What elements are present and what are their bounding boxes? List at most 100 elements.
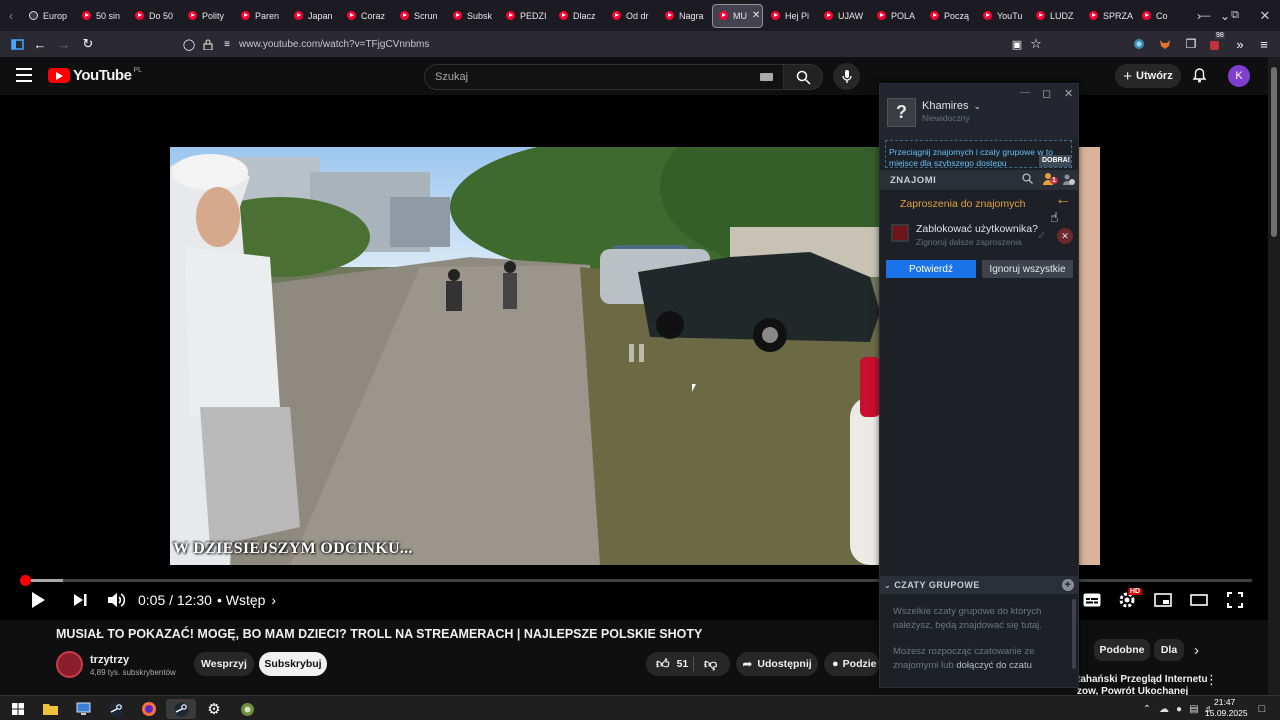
friend-invites-title[interactable]: Zaproszenia do znajomych (900, 198, 1025, 210)
share-more-button[interactable]: ● Podzie (824, 652, 880, 676)
browser-tab[interactable]: Scrun (394, 4, 445, 28)
address-bar[interactable]: www.youtube.com/watch?v=TFjgCVnnbms (239, 34, 999, 54)
browser-tab[interactable]: Począ (924, 4, 975, 28)
chapter-chevron-icon[interactable]: › (271, 592, 276, 608)
subscribe-button[interactable]: Subskrybuj (259, 652, 327, 676)
shield-icon[interactable]: ◯ (180, 35, 198, 53)
picture-in-picture-icon[interactable]: ▣ (1008, 35, 1026, 53)
steam-scrollbar[interactable] (1072, 599, 1076, 669)
add-group-chat-icon[interactable]: + (1062, 579, 1074, 591)
bookmark-star-icon[interactable]: ☆ (1027, 35, 1045, 53)
restore-window-icon[interactable]: ⧉ (1218, 0, 1252, 31)
subtitles-button[interactable] (1083, 588, 1101, 612)
browser-tab[interactable]: 50 sin (76, 4, 127, 28)
thumbs-up-icon[interactable]: 👍︎ (656, 656, 670, 672)
browser-tab[interactable]: Polity (182, 4, 233, 28)
thumbs-down-icon[interactable]: 👎︎ (704, 656, 717, 672)
invite-avatar[interactable] (891, 224, 909, 242)
friends-search-icon[interactable] (1022, 173, 1033, 187)
share-button[interactable]: ➦ Udostępnij (736, 652, 818, 676)
chip-for-you[interactable]: Dla (1154, 639, 1184, 661)
confirm-button[interactable]: Potwierdź (886, 260, 976, 278)
forward-arrow-icon[interactable]: → (55, 35, 73, 53)
next-video-button[interactable] (72, 588, 88, 612)
favorites-drop-zone[interactable]: Przeciągnij znajomych i czaty grupowe w … (885, 140, 1072, 168)
create-button[interactable]: + Utwórz (1115, 64, 1181, 88)
support-button[interactable]: Wesprzyj (194, 652, 254, 676)
close-window-icon[interactable]: ✕ (1248, 0, 1280, 31)
browser-tab[interactable]: Subsk (447, 4, 498, 28)
tabs-scroll-left-icon[interactable]: ‹ (0, 0, 22, 31)
browser-tab[interactable]: SPRZA (1083, 4, 1134, 28)
browser-tab[interactable]: PEDZI (500, 4, 551, 28)
app-globe-icon[interactable] (237, 699, 257, 719)
browser-tab[interactable]: POLA (871, 4, 922, 28)
browser-tab[interactable]: Dlacz (553, 4, 604, 28)
firefox-icon[interactable] (139, 699, 159, 719)
lock-icon[interactable] (199, 35, 217, 53)
extension-shield-icon[interactable] (1130, 35, 1148, 53)
youtube-logo[interactable]: YouTube PL (48, 67, 142, 84)
dismiss-hint-button[interactable]: DOBRA! (1039, 155, 1071, 167)
settings-button[interactable]: HD (1118, 588, 1143, 612)
back-arrow-icon[interactable]: ← (1055, 191, 1071, 209)
browser-tab[interactable]: Hej Pi (765, 4, 816, 28)
browser-tab[interactable]: Do 50 (129, 4, 180, 28)
extension-fox-icon[interactable] (1156, 35, 1174, 53)
browser-tab[interactable]: MU ✕ (712, 3, 763, 28)
voice-search-button[interactable] (833, 63, 860, 90)
scrollbar-thumb[interactable] (1271, 67, 1277, 237)
file-explorer-icon[interactable] (40, 699, 60, 719)
clock-date[interactable]: 15.09.2025 (1205, 708, 1248, 718)
ignore-all-button[interactable]: Ignoruj wszystkie (982, 260, 1073, 278)
play-button[interactable] (30, 588, 46, 612)
search-input[interactable]: Szukaj (424, 64, 784, 90)
app-menu-icon[interactable]: ≡ (1255, 35, 1273, 53)
notifications-bell-icon[interactable] (1192, 67, 1207, 88)
browser-tab[interactable]: YouTu (977, 4, 1028, 28)
extension-badge-icon[interactable]: 98 (1206, 32, 1225, 53)
extensions-puzzle-icon[interactable]: ❐ (1182, 35, 1200, 53)
theater-mode-button[interactable] (1190, 588, 1208, 612)
group-chats-section-header[interactable]: ⌄ CZATY GRUPOWE + (880, 576, 1078, 594)
computer-app-icon[interactable] (73, 699, 93, 719)
friend-invites-icon[interactable]: 1 (1042, 172, 1059, 189)
settings-gear-icon[interactable]: ⚙ (204, 699, 224, 719)
chapter-label[interactable]: • Wstęp (217, 592, 265, 608)
fullscreen-button[interactable] (1227, 588, 1243, 612)
steam-username[interactable]: Khamires ⌄ (922, 100, 981, 112)
steam-avatar-placeholder-icon[interactable]: ? (887, 98, 916, 127)
accept-checkmark-icon[interactable]: ✓ (1037, 229, 1046, 242)
decline-x-icon[interactable]: ✕ (1057, 228, 1073, 244)
notifications-icon[interactable]: □ (1252, 699, 1272, 719)
like-count[interactable]: 51 (677, 658, 689, 670)
browser-tab[interactable]: Nagra (659, 4, 710, 28)
browser-tab[interactable]: Coraz (341, 4, 392, 28)
steam-taskbar-icon[interactable] (106, 699, 126, 719)
overflow-menu-icon[interactable]: » (1231, 35, 1249, 53)
browser-tab[interactable]: UJAW (818, 4, 869, 28)
side-video-more-icon[interactable]: ⋮ (1205, 672, 1218, 688)
hamburger-menu-icon[interactable] (16, 68, 32, 82)
chip-related[interactable]: Podobne (1094, 639, 1150, 661)
reload-icon[interactable]: ↻ (79, 35, 97, 53)
clock-time[interactable]: 21:47 (1214, 697, 1235, 707)
join-chat-link[interactable]: dołączyć do czatu (956, 660, 1032, 671)
miniplayer-button[interactable] (1154, 588, 1172, 612)
volume-button[interactable] (107, 588, 125, 612)
close-tab-icon[interactable]: ✕ (752, 10, 760, 21)
steam-close-icon[interactable]: ✕ (1064, 87, 1073, 100)
search-button[interactable] (783, 64, 823, 90)
minimize-window-icon[interactable]: — (1188, 0, 1222, 31)
progress-scrubber-handle[interactable] (20, 575, 31, 586)
browser-tab[interactable]: Co (1136, 4, 1187, 28)
channel-name[interactable]: trzytrzy (90, 654, 129, 666)
account-avatar[interactable]: K (1228, 65, 1250, 87)
browser-tab[interactable]: Paren (235, 4, 286, 28)
side-video-title[interactable]: tahański Przegląd Internetu (1077, 674, 1208, 685)
add-friend-icon[interactable] (1062, 173, 1075, 189)
browser-tab[interactable]: Europ (23, 4, 74, 28)
browser-tab[interactable]: Japan (288, 4, 339, 28)
browser-tab[interactable]: Od dr (606, 4, 657, 28)
steam-maximize-icon[interactable]: ◻ (1042, 87, 1051, 100)
